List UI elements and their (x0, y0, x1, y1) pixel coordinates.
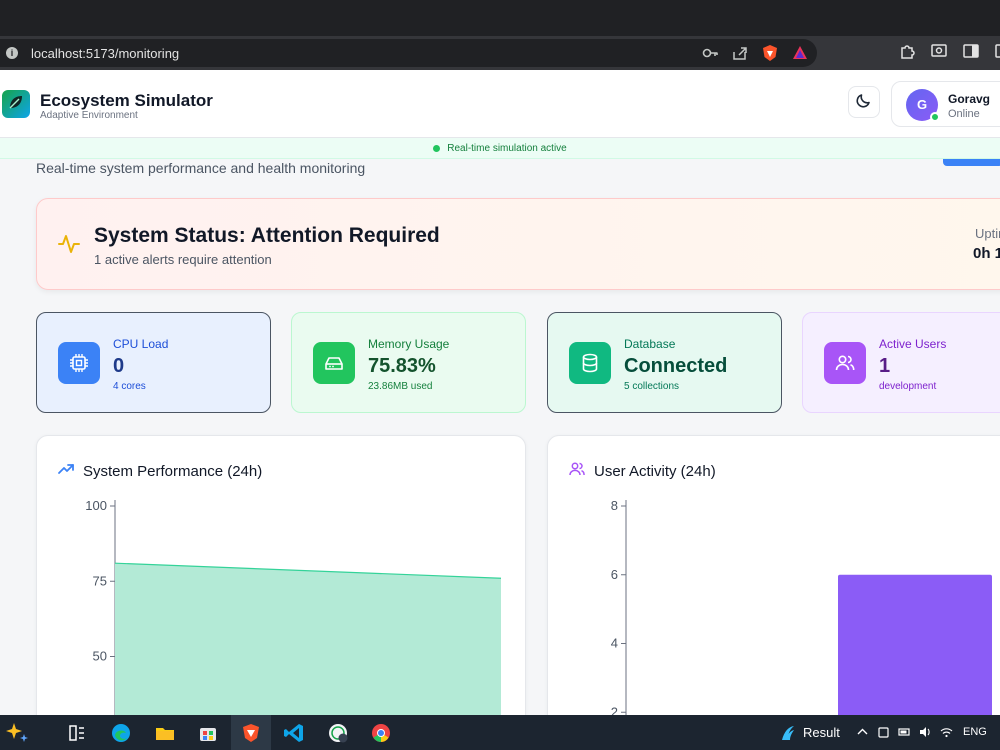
database-sub: 5 collections (624, 381, 680, 392)
brave-browser-icon[interactable] (238, 720, 264, 746)
system-status-title: System Status: Attention Required (94, 224, 440, 247)
browser-titlebar (0, 0, 1000, 36)
user-profile-button[interactable]: G Goravg Online (891, 81, 1000, 127)
volume-icon[interactable] (919, 724, 932, 740)
memory-usage-card[interactable]: Memory Usage 75.83% 23.86MB used (291, 312, 526, 413)
browser-toolbar: i localhost:5173/monitoring (0, 36, 1000, 70)
uptime-label: Uptir (975, 226, 1000, 241)
moon-icon (855, 91, 873, 114)
brave-rewards-icon[interactable] (791, 44, 809, 62)
database-label: Database (624, 337, 676, 351)
share-icon[interactable] (731, 44, 749, 62)
users-icon (824, 342, 866, 384)
y-tick-label: 6 (611, 567, 618, 582)
active-users-card[interactable]: Active Users 1 development (802, 312, 1000, 413)
app-logo[interactable] (2, 90, 30, 118)
cpu-icon (58, 342, 100, 384)
cpu-load-label: CPU Load (113, 337, 169, 351)
edge-browser-icon[interactable] (108, 720, 134, 746)
file-explorer-icon[interactable] (152, 720, 178, 746)
page-description: Real-time system performance and health … (36, 160, 366, 176)
key-icon[interactable] (701, 44, 719, 62)
y-tick-label: 75 (93, 573, 107, 588)
y-tick-label: 100 (85, 498, 107, 513)
y-tick-label: 8 (611, 498, 618, 513)
performance-area (115, 563, 501, 734)
uptime-value: 0h 1 (973, 245, 1000, 262)
y-tick-label: 4 (611, 636, 618, 651)
camera-icon[interactable] (877, 724, 890, 740)
database-icon (569, 342, 611, 384)
result-widget-label[interactable]: Result (803, 725, 840, 740)
simulation-status-banner: Real-time simulation active (0, 138, 1000, 159)
window-icon[interactable] (994, 42, 1000, 60)
address-bar[interactable]: i localhost:5173/monitoring (0, 39, 817, 67)
sidebar-toggle-icon[interactable] (962, 42, 980, 60)
live-dot-icon (433, 144, 441, 152)
online-indicator (930, 112, 940, 122)
whatsapp-icon[interactable] (325, 720, 351, 746)
active-users-sub: development (879, 381, 937, 392)
theme-toggle-button[interactable] (848, 86, 880, 118)
wifi-icon[interactable] (940, 724, 953, 740)
database-card[interactable]: Database Connected 5 collections (547, 312, 782, 413)
url-text[interactable]: localhost:5173/monitoring (31, 46, 179, 61)
memory-usage-sub: 23.86MB used (368, 381, 433, 392)
memory-usage-label: Memory Usage (368, 337, 450, 351)
active-users-value: 1 (879, 355, 891, 377)
site-info-icon[interactable]: i (6, 47, 18, 59)
refresh-button[interactable] (943, 159, 1000, 166)
simulation-status-text: Real-time simulation active (447, 142, 567, 154)
activity-icon (57, 232, 81, 261)
hard-drive-icon (313, 342, 355, 384)
user-name: Goravg (948, 92, 991, 106)
activity-bar (838, 574, 992, 734)
copilot-sparkle-icon[interactable] (4, 720, 30, 746)
leaf-icon (7, 93, 25, 116)
app-subtitle: Adaptive Environment (40, 110, 138, 121)
media-icon[interactable] (930, 42, 948, 60)
y-tick-label: 50 (93, 649, 107, 664)
vscode-icon[interactable] (281, 720, 307, 746)
user-status: Online (948, 108, 980, 120)
result-widget-icon[interactable] (775, 720, 801, 746)
memory-usage-value: 75.83% (368, 355, 436, 377)
cpu-load-value: 0 (113, 355, 125, 377)
chevron-up-icon[interactable] (856, 724, 869, 740)
app-title: Ecosystem Simulator (40, 91, 213, 110)
brave-shield-icon[interactable] (761, 44, 779, 62)
user-activity-chart-card: User Activity (24h) 8642 (547, 435, 1000, 735)
database-value: Connected (624, 355, 728, 377)
cpu-load-sub: 4 cores (113, 381, 146, 392)
system-performance-chart: 100755025 (85, 498, 502, 734)
windows-taskbar: Result ENG (0, 715, 1000, 750)
system-performance-chart-card: System Performance (24h) 100755025 (36, 435, 526, 735)
battery-icon[interactable] (898, 724, 911, 740)
cpu-load-card[interactable]: CPU Load 0 4 cores (36, 312, 271, 413)
language-indicator[interactable]: ENG (963, 726, 987, 738)
active-users-label: Active Users (879, 337, 947, 351)
task-view-icon[interactable] (64, 720, 90, 746)
microsoft-store-icon[interactable] (195, 720, 221, 746)
extensions-icon[interactable] (898, 42, 916, 60)
chrome-icon[interactable] (368, 720, 394, 746)
user-activity-chart: 8642 (611, 498, 992, 734)
system-status-card: System Status: Attention Required 1 acti… (36, 198, 1000, 290)
system-status-subtitle: 1 active alerts require attention (94, 252, 272, 267)
